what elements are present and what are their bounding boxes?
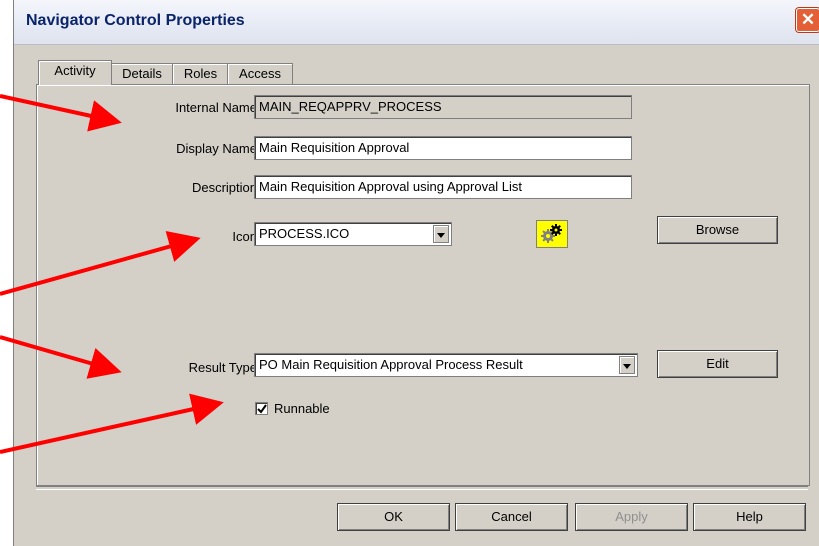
help-button[interactable]: Help — [693, 503, 806, 531]
display-name-field[interactable]: Main Requisition Approval — [254, 136, 632, 160]
tab-activity-label: Activity — [54, 63, 96, 78]
divider — [36, 486, 808, 490]
chevron-down-icon[interactable] — [619, 356, 635, 374]
cancel-button[interactable]: Cancel — [455, 503, 568, 531]
browse-button[interactable]: Browse — [657, 216, 778, 244]
tab-details-label: Details — [122, 66, 162, 81]
tab-roles-label: Roles — [183, 66, 218, 81]
apply-button[interactable]: Apply — [575, 503, 688, 531]
internal-name-field: MAIN_REQAPPRV_PROCESS — [254, 95, 632, 119]
tab-roles[interactable]: Roles — [172, 63, 229, 84]
tab-access[interactable]: Access — [227, 63, 293, 84]
internal-name-label: Internal Name — [175, 100, 257, 115]
window-title: Navigator Control Properties — [26, 12, 245, 29]
result-type-value: PO Main Requisition Approval Process Res… — [259, 357, 523, 372]
tab-access-label: Access — [239, 66, 281, 81]
icon-preview — [536, 220, 568, 248]
checkmark-icon — [257, 404, 267, 414]
properties-dialog: Navigator Control Properties ✕ Activity … — [13, 0, 819, 546]
edit-button[interactable]: Edit — [657, 350, 778, 378]
runnable-checkbox[interactable] — [255, 402, 268, 415]
result-type-select[interactable]: PO Main Requisition Approval Process Res… — [254, 353, 638, 377]
icon-select[interactable]: PROCESS.ICO — [254, 222, 452, 246]
description-label: Description — [191, 180, 257, 195]
icon-select-value: PROCESS.ICO — [259, 226, 350, 241]
ok-button[interactable]: OK — [337, 503, 450, 531]
runnable-label: Runnable — [274, 401, 330, 416]
tab-activity[interactable]: Activity — [38, 60, 112, 85]
result-type-label: Result Type — [188, 360, 257, 375]
close-button[interactable]: ✕ — [796, 8, 819, 32]
display-name-label: Display Name — [176, 141, 257, 156]
gears-icon — [541, 224, 562, 243]
title-bar: Navigator Control Properties ✕ — [14, 0, 819, 45]
close-icon: ✕ — [800, 10, 816, 29]
tab-details[interactable]: Details — [110, 63, 174, 84]
chevron-down-icon[interactable] — [433, 225, 449, 243]
description-field[interactable]: Main Requisition Approval using Approval… — [254, 175, 632, 199]
